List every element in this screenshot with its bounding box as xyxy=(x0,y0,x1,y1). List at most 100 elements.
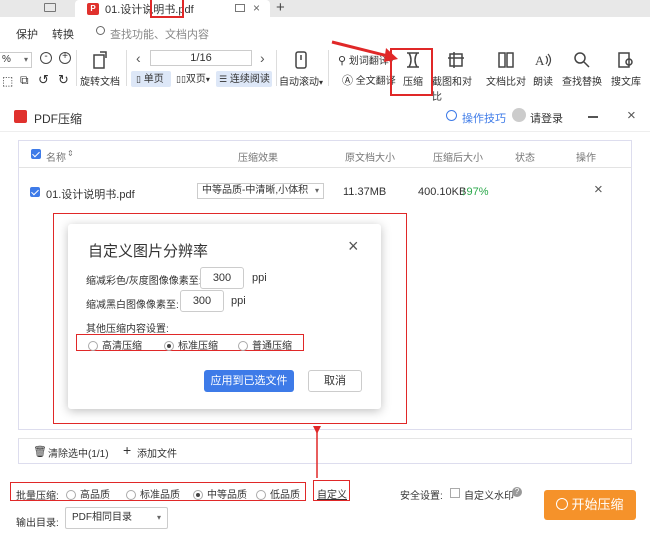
col-original-size: 原文档大小 xyxy=(345,153,395,164)
apply-button[interactable]: 应用到已选文件 xyxy=(204,370,294,392)
monitor-icon[interactable] xyxy=(44,3,56,12)
zoom-value: % xyxy=(2,54,11,65)
option-normal[interactable]: 普通压缩 xyxy=(238,337,292,352)
continuous-read-label: 连续阅读 xyxy=(229,74,270,85)
search-input[interactable]: 查找功能、文档内容 xyxy=(110,26,209,42)
close-icon[interactable]: × xyxy=(627,107,636,124)
login-link[interactable]: 请登录 xyxy=(530,110,563,126)
next-page-icon[interactable]: › xyxy=(260,50,265,66)
screenshot-icon xyxy=(448,52,464,68)
trash-icon[interactable]: 🗑 xyxy=(33,445,47,458)
other-settings-label: 其他压缩内容设置: xyxy=(86,324,169,335)
watermark-info-icon[interactable]: ? xyxy=(512,487,522,497)
col-action: 操作 xyxy=(576,153,596,164)
color-resolution-label: 缩减彩色/灰度图像像素至: xyxy=(86,276,202,287)
page-input[interactable]: 1/16 xyxy=(150,50,252,66)
sort-icon[interactable]: ⇕ xyxy=(67,149,74,158)
batch-label: 批量压缩: xyxy=(16,491,59,502)
screenshot-compare-button[interactable]: 截图和对比 xyxy=(432,50,480,103)
batch-option-medium[interactable]: 中等品质 xyxy=(193,486,247,501)
svg-text:A: A xyxy=(535,53,545,68)
bw-resolution-input[interactable]: 300 xyxy=(180,290,224,312)
custom-resolution-popup: 自定义图片分辨率 × 缩减彩色/灰度图像像素至: 300 ppi 缩减黑白图像像… xyxy=(68,224,381,409)
prev-page-icon[interactable]: ‹ xyxy=(136,50,141,66)
output-label: 输出目录: xyxy=(16,518,59,529)
select-icon[interactable]: ⬚ xyxy=(2,74,13,88)
annotation-box-tab xyxy=(150,0,184,18)
batch-option-low[interactable]: 低品质 xyxy=(256,486,300,501)
dialog-title: PDF压缩 xyxy=(34,112,83,126)
search-library-icon xyxy=(618,52,633,68)
menu-item-convert[interactable]: 转换 xyxy=(52,26,74,42)
separator xyxy=(328,50,329,86)
doc-compare-label: 文档比对 xyxy=(486,77,526,88)
start-compress-button[interactable]: 开始压缩 xyxy=(544,490,636,520)
separator xyxy=(276,50,277,86)
batch-option-standard[interactable]: 标准品质 xyxy=(126,486,180,501)
watermark-label: 自定义水印 xyxy=(464,491,514,502)
popup-close-icon[interactable]: × xyxy=(348,236,359,257)
col-effect: 压缩效果 xyxy=(238,153,278,164)
doc-compare-icon xyxy=(498,52,514,68)
tips-link[interactable]: 操作技巧 xyxy=(462,110,506,126)
add-tab-button[interactable]: + xyxy=(276,0,285,16)
cancel-button[interactable]: 取消 xyxy=(308,370,362,392)
pdf-compress-icon xyxy=(14,110,27,123)
option-hd[interactable]: 高清压缩 xyxy=(88,337,142,352)
menu-item-protect[interactable]: 保护 xyxy=(16,26,38,42)
zoom-select[interactable]: % ▾ xyxy=(0,52,32,68)
zoom-in-icon[interactable]: + xyxy=(59,52,71,64)
auto-scroll-button[interactable]: 自动滚动▾ xyxy=(278,50,324,88)
zoom-out-icon[interactable]: - xyxy=(40,52,52,64)
search-icon[interactable] xyxy=(96,26,105,35)
popup-title: 自定义图片分辨率 xyxy=(88,243,209,260)
continuous-read-button[interactable]: ☰ 连续阅读 xyxy=(216,71,272,87)
rotate-doc-button[interactable]: 旋转文档 xyxy=(80,50,120,88)
find-replace-label: 查找替换 xyxy=(562,77,602,88)
minimize-icon[interactable] xyxy=(588,116,598,118)
crop-icon[interactable]: ⧉ xyxy=(20,73,29,88)
avatar[interactable] xyxy=(512,108,526,122)
single-page-button[interactable]: ▯ 单页 xyxy=(131,71,171,87)
col-name[interactable]: 名称 xyxy=(46,149,66,164)
tab-bar: P 01.设计说明书.pdf × + xyxy=(0,0,650,17)
select-all-checkbox[interactable] xyxy=(31,149,46,160)
row-compressed-size: 400.10KB xyxy=(418,186,467,198)
close-tab-icon[interactable]: × xyxy=(253,1,260,15)
find-replace-button[interactable]: 查找替换 xyxy=(560,50,604,88)
row-ratio: ↓97% xyxy=(461,186,489,198)
add-file-button[interactable]: 添加文件 xyxy=(137,445,177,460)
toolbar: % ▾ - + ⬚ ⧉ ↺ ↻ 旋转文档 ‹ 1/16 › ▯ 单页 ▯▯双页▾… xyxy=(0,44,650,103)
bw-resolution-label: 缩减黑白图像像素至: xyxy=(86,300,179,311)
color-unit: ppi xyxy=(252,272,267,284)
search-library-button[interactable]: 搜文库 xyxy=(608,50,644,88)
output-select[interactable]: PDF相同目录 ▾ xyxy=(65,507,168,529)
single-page-label: 单页 xyxy=(143,74,164,85)
col-status: 状态 xyxy=(515,153,535,164)
add-file-icon[interactable]: + xyxy=(123,442,131,458)
effect-select[interactable]: 中等品质-中清晰,小体积 ▾ xyxy=(197,183,324,199)
row-delete-icon[interactable]: × xyxy=(594,181,603,198)
option-standard[interactable]: 标准压缩 xyxy=(164,337,218,352)
fulltext-translate-icon: Ⓐ xyxy=(342,75,353,87)
fulltext-translate-button[interactable]: Ⓐ 全文翻译 xyxy=(342,72,396,88)
rotate-left-icon[interactable]: ↺ xyxy=(38,72,49,88)
rotate-doc-icon xyxy=(93,51,107,69)
rotate-right-icon[interactable]: ↻ xyxy=(58,72,69,88)
pdf-icon: P xyxy=(87,2,99,15)
rotate-doc-label: 旋转文档 xyxy=(80,77,120,88)
bw-unit: ppi xyxy=(231,295,246,307)
custom-link[interactable]: 自定义 xyxy=(317,486,347,501)
watermark-checkbox[interactable] xyxy=(450,488,460,498)
batch-option-high[interactable]: 高品质 xyxy=(66,486,110,501)
window-icon[interactable] xyxy=(235,4,245,12)
double-page-button[interactable]: ▯▯双页▾ xyxy=(174,71,216,87)
tips-icon[interactable] xyxy=(446,110,457,121)
read-aloud-button[interactable]: A 朗读 xyxy=(530,50,556,88)
read-aloud-label: 朗读 xyxy=(533,77,553,88)
clear-selected-button[interactable]: 清除选中(1/1) xyxy=(48,445,109,460)
row-checkbox[interactable] xyxy=(30,186,45,198)
annotation-box-compress xyxy=(390,48,433,96)
color-resolution-input[interactable]: 300 xyxy=(200,267,244,289)
doc-compare-button[interactable]: 文档比对 xyxy=(484,50,528,88)
